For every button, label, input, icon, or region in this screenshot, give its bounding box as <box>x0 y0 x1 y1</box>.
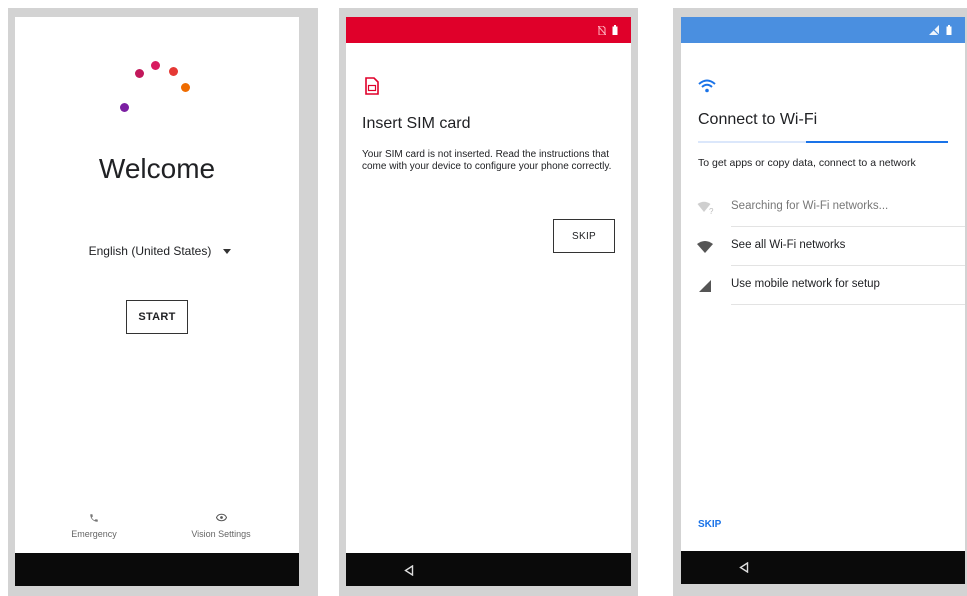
status-bar <box>346 17 631 43</box>
logo-dot <box>135 69 144 78</box>
vision-settings-button[interactable]: Vision Settings <box>185 511 257 545</box>
navigation-bar <box>15 553 299 586</box>
wifi-icon <box>697 241 713 253</box>
divider <box>731 265 965 266</box>
chevron-down-icon <box>223 248 232 254</box>
sim-card-icon <box>365 77 379 95</box>
vision-settings-label: Vision Settings <box>191 529 251 539</box>
battery-icon <box>946 25 952 35</box>
emergency-label: Emergency <box>71 529 117 539</box>
wifi-screen: Connect to Wi-Fi To get apps or copy dat… <box>681 17 965 584</box>
language-selector[interactable]: English (United States) <box>75 241 245 261</box>
phone-icon <box>90 514 98 522</box>
logo-dot <box>169 67 178 76</box>
page-title: Welcome <box>98 153 216 184</box>
divider <box>731 304 965 305</box>
status-bar <box>681 17 965 43</box>
no-sim-icon <box>598 26 606 35</box>
page-title: Insert SIM card <box>362 115 471 132</box>
back-icon[interactable] <box>404 565 414 576</box>
wifi-header-icon <box>698 79 716 93</box>
progress-bar <box>698 141 948 143</box>
start-button[interactable]: START <box>126 300 188 334</box>
list-item-label: Searching for Wi-Fi networks... <box>731 200 889 212</box>
navigation-bar <box>681 551 965 584</box>
language-label: English (United States) <box>88 244 212 258</box>
back-icon[interactable] <box>739 562 749 573</box>
list-item-label: See all Wi-Fi networks <box>731 239 846 251</box>
list-item-see-all-networks[interactable]: See all Wi-Fi networks <box>681 229 965 265</box>
list-item-searching: ? Searching for Wi-Fi networks... <box>681 192 965 224</box>
page-title: Connect to Wi-Fi <box>698 111 818 128</box>
emergency-button[interactable]: Emergency <box>65 511 123 545</box>
list-item-label: Use mobile network for setup <box>731 278 880 290</box>
logo-dot <box>181 83 190 92</box>
navigation-bar <box>346 553 631 586</box>
eye-icon <box>216 513 227 522</box>
cellular-signal-icon <box>699 280 711 292</box>
progress-bar-fill <box>806 141 948 143</box>
logo-dot <box>120 103 129 112</box>
battery-icon <box>612 25 618 35</box>
wifi-searching-icon: ? <box>697 201 714 215</box>
svg-text:?: ? <box>709 207 714 215</box>
divider <box>731 226 965 227</box>
logo-dot <box>151 61 160 70</box>
no-network-icon <box>929 25 940 35</box>
sim-body-text: Your SIM card is not inserted. Read the … <box>362 149 612 172</box>
list-item-mobile-network[interactable]: Use mobile network for setup <box>681 268 965 304</box>
skip-button[interactable]: SKIP <box>553 219 615 253</box>
subtitle: To get apps or copy data, connect to a n… <box>698 157 916 169</box>
welcome-logo <box>115 57 195 127</box>
welcome-screen: Welcome English (United States) START Em… <box>15 17 299 586</box>
sim-screen: Insert SIM card Your SIM card is not ins… <box>346 17 631 586</box>
skip-link[interactable]: SKIP <box>698 519 721 530</box>
